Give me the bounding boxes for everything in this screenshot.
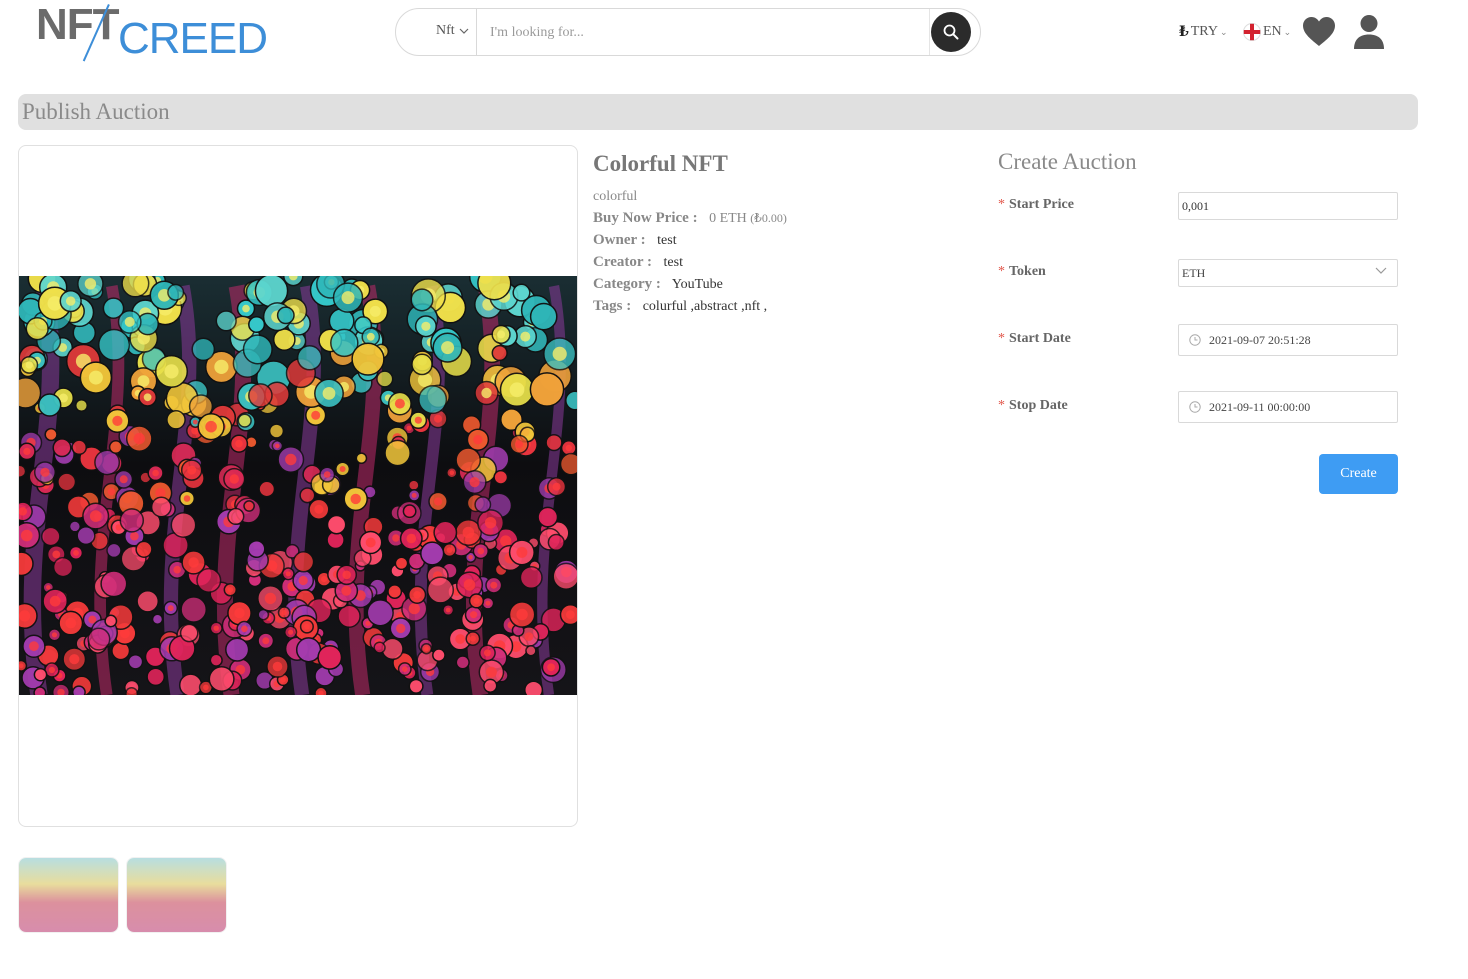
nft-image bbox=[19, 276, 577, 695]
category-label: Category : bbox=[593, 276, 661, 292]
create-auction-button[interactable]: Create bbox=[1319, 454, 1398, 494]
token-label: * Token bbox=[998, 264, 1046, 280]
clock-icon bbox=[1189, 334, 1201, 346]
category-value: YouTube bbox=[671, 277, 723, 292]
user-icon bbox=[1354, 15, 1384, 49]
favorites-button[interactable] bbox=[1302, 16, 1336, 53]
start-date-picker[interactable]: 2021-09-07 20:51:28 bbox=[1178, 324, 1398, 356]
site-logo[interactable]: NFT CREED bbox=[34, 0, 268, 64]
buy-now-price-row: Buy Now Price : 0 ETH (₺0.00) bbox=[593, 210, 787, 227]
search-icon bbox=[943, 24, 959, 40]
nft-title: Colorful NFT bbox=[593, 151, 728, 176]
creator-row: Creator : test bbox=[593, 254, 683, 271]
token-label-text: Token bbox=[1009, 264, 1046, 279]
thumbnail-image bbox=[19, 858, 118, 932]
required-mark: * bbox=[998, 197, 1005, 212]
currency-label: TRY bbox=[1190, 24, 1218, 39]
start-date-value: 2021-09-07 20:51:28 bbox=[1209, 332, 1311, 347]
start-price-label: * Start Price bbox=[998, 197, 1074, 213]
start-price-input[interactable] bbox=[1179, 198, 1397, 214]
flag-icon bbox=[1243, 23, 1261, 41]
language-label: EN bbox=[1263, 24, 1282, 39]
stop-date-value: 2021-09-11 00:00:00 bbox=[1209, 399, 1311, 414]
category-row: Category : YouTube bbox=[593, 276, 723, 293]
thumbnail-image bbox=[127, 858, 226, 932]
search-category-label: Nft bbox=[436, 23, 455, 38]
start-date-label: * Start Date bbox=[998, 331, 1071, 347]
creator-value: test bbox=[663, 255, 683, 270]
search-divider bbox=[476, 9, 477, 55]
nft-description: colorful bbox=[593, 189, 638, 204]
token-select-value: ETH bbox=[1182, 265, 1206, 280]
stop-date-label-text: Stop Date bbox=[1009, 398, 1068, 413]
buy-now-price-value: 0 ETH bbox=[709, 211, 747, 226]
required-mark: * bbox=[998, 331, 1005, 346]
currency-symbol: ₺ bbox=[1179, 24, 1189, 40]
tags-value: colurful ,abstract ,nft , bbox=[642, 299, 768, 314]
search-divider-right bbox=[929, 9, 930, 55]
clock-icon bbox=[1189, 401, 1201, 413]
owner-label: Owner : bbox=[593, 232, 646, 248]
tags-row: Tags : colurful ,abstract ,nft , bbox=[593, 298, 767, 315]
chevron-down-icon: ⌄ bbox=[1219, 26, 1228, 37]
chevron-down-icon: ⌄ bbox=[1283, 26, 1292, 37]
buy-now-price-label: Buy Now Price : bbox=[593, 210, 698, 226]
owner-row: Owner : test bbox=[593, 232, 677, 249]
stop-date-label: * Stop Date bbox=[998, 398, 1068, 414]
logo-text-creed: CREED bbox=[118, 14, 268, 63]
tags-label: Tags : bbox=[593, 298, 632, 314]
nft-thumbnail-1[interactable] bbox=[18, 857, 119, 933]
buy-now-price-converted: (₺0.00) bbox=[750, 211, 787, 225]
creator-label: Creator : bbox=[593, 254, 653, 270]
required-mark: * bbox=[998, 398, 1005, 413]
start-price-label-text: Start Price bbox=[1009, 197, 1074, 212]
page-title: Publish Auction bbox=[18, 94, 1418, 130]
stop-date-picker[interactable]: 2021-09-11 00:00:00 bbox=[1178, 391, 1398, 423]
currency-selector[interactable]: ₺ TRY ⌄ bbox=[1179, 14, 1228, 50]
create-auction-title: Create Auction bbox=[998, 149, 1137, 174]
owner-value: test bbox=[657, 233, 677, 248]
account-button[interactable] bbox=[1353, 14, 1385, 55]
start-price-input-wrapper bbox=[1178, 192, 1398, 220]
language-selector[interactable]: EN ⌄ bbox=[1243, 14, 1291, 50]
heart-icon bbox=[1303, 17, 1335, 46]
token-select[interactable]: ETH bbox=[1178, 259, 1398, 287]
search-bar: Nft bbox=[395, 8, 981, 56]
search-category-select[interactable]: Nft bbox=[436, 23, 469, 39]
start-date-label-text: Start Date bbox=[1009, 331, 1071, 346]
nft-thumbnail-2[interactable] bbox=[126, 857, 227, 933]
chevron-down-icon bbox=[459, 28, 469, 34]
required-mark: * bbox=[998, 264, 1005, 279]
search-button[interactable] bbox=[931, 12, 971, 52]
nft-preview bbox=[18, 145, 578, 827]
chevron-down-icon bbox=[1375, 267, 1387, 274]
search-input[interactable] bbox=[488, 19, 922, 47]
